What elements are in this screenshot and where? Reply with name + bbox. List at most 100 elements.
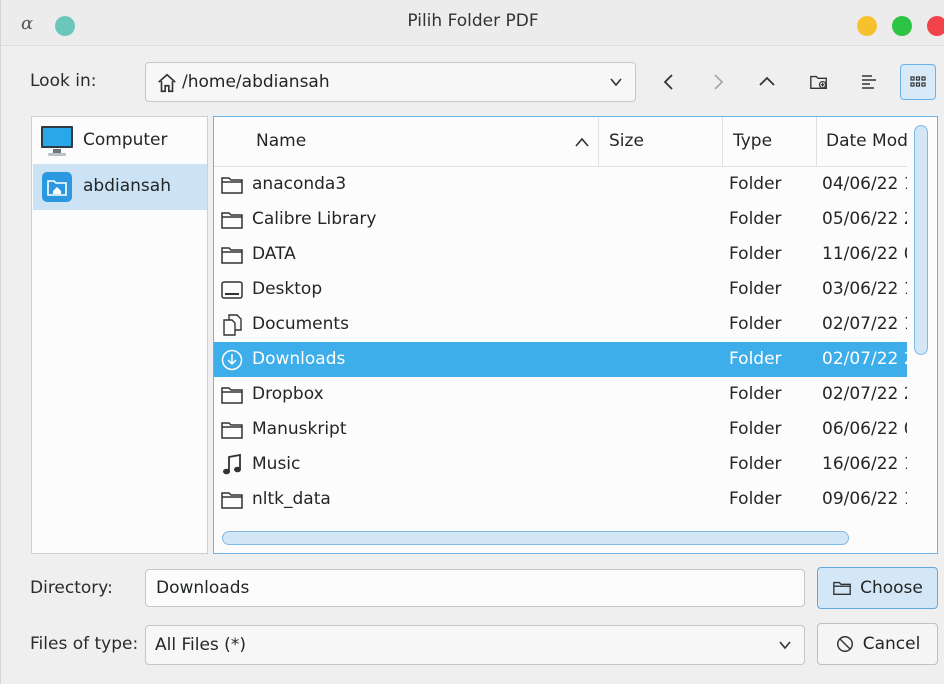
directory-value: Downloads xyxy=(156,578,250,598)
file-name: Music xyxy=(252,454,301,474)
file-type: Folder xyxy=(729,279,782,299)
chevron-up-icon xyxy=(759,76,775,86)
back-button[interactable] xyxy=(651,64,687,100)
column-header-label: Size xyxy=(609,131,644,151)
table-row[interactable]: Calibre Library Folder 05/06/22 2 xyxy=(214,202,907,237)
file-type: Folder xyxy=(729,419,782,439)
sidebar-item-computer[interactable]: Computer xyxy=(33,118,207,164)
table-row[interactable]: Desktop Folder 03/06/22 1 xyxy=(214,272,907,307)
table-header: Name Size Type Date Mod xyxy=(214,117,907,167)
vertical-scrollbar[interactable] xyxy=(914,123,928,519)
places-sidebar: Computer abdiansah xyxy=(31,116,208,554)
file-list-view[interactable]: Name Size Type Date Mod anaconda3 Folder… xyxy=(213,116,938,554)
cancel-icon xyxy=(836,636,853,652)
file-type: Folder xyxy=(729,244,782,264)
look-in-path: /home/abdiansah xyxy=(182,72,330,92)
detail-view-button[interactable] xyxy=(851,64,887,100)
file-type: Folder xyxy=(729,209,782,229)
file-name: nltk_data xyxy=(252,489,331,509)
file-name: Manuskript xyxy=(252,419,347,439)
folder-icon xyxy=(221,387,243,404)
list-detail-icon xyxy=(862,75,876,89)
cancel-button-label: Cancel xyxy=(862,634,921,654)
title-bar[interactable]: α Pilih Folder PDF xyxy=(1,0,944,46)
folder-icon xyxy=(221,177,243,194)
parent-folder-button[interactable] xyxy=(749,64,785,100)
look-in-label: Look in: xyxy=(30,71,97,91)
grid-view-icon xyxy=(910,76,926,87)
new-folder-button[interactable] xyxy=(801,64,837,100)
folder-icon xyxy=(221,422,243,439)
directory-label: Directory: xyxy=(30,578,113,598)
file-date: 03/06/22 1 xyxy=(822,279,907,299)
file-date: 06/06/22 0 xyxy=(822,419,907,439)
desktop-icon xyxy=(221,281,243,299)
sort-ascending-icon xyxy=(575,137,589,147)
folder-icon xyxy=(833,581,851,596)
column-header-name[interactable]: Name xyxy=(214,117,599,167)
file-name: Calibre Library xyxy=(252,209,377,229)
window-title: Pilih Folder PDF xyxy=(407,11,539,31)
file-date: 16/06/22 1 xyxy=(822,454,907,474)
file-name: DATA xyxy=(252,244,296,264)
table-row[interactable]: anaconda3 Folder 04/06/22 1 xyxy=(214,167,907,202)
file-type: Folder xyxy=(729,314,782,334)
look-in-combobox[interactable]: /home/abdiansah xyxy=(145,62,636,102)
chevron-down-icon xyxy=(779,641,791,650)
table-row[interactable]: Dropbox Folder 02/07/22 2 xyxy=(214,377,907,412)
file-type: Folder xyxy=(729,349,782,369)
file-name: Documents xyxy=(252,314,349,334)
folder-icon xyxy=(221,212,243,229)
file-date: 04/06/22 1 xyxy=(822,174,907,194)
new-folder-icon xyxy=(810,75,827,90)
table-row[interactable]: nltk_data Folder 09/06/22 1 xyxy=(214,482,907,517)
column-header-type[interactable]: Type xyxy=(723,117,817,167)
column-header-size[interactable]: Size xyxy=(599,117,723,167)
chevron-right-icon xyxy=(714,74,724,90)
file-date: 05/06/22 2 xyxy=(822,209,907,229)
icon-view-button[interactable] xyxy=(900,64,936,100)
forward-button[interactable] xyxy=(700,64,736,100)
horizontal-scrollbar-thumb[interactable] xyxy=(222,531,849,545)
table-row[interactable]: Documents Folder 02/07/22 1 xyxy=(214,307,907,342)
maximize-button[interactable] xyxy=(892,16,912,36)
table-row[interactable]: Downloads Folder 02/07/22 2 xyxy=(214,342,907,377)
minimize-button[interactable] xyxy=(857,16,877,36)
music-icon xyxy=(223,453,241,475)
table-row[interactable]: Manuskript Folder 06/06/22 0 xyxy=(214,412,907,447)
file-date: 09/06/22 1 xyxy=(822,489,907,509)
home-icon xyxy=(158,73,176,93)
file-name: anaconda3 xyxy=(252,174,347,194)
column-header-label: Type xyxy=(733,131,773,151)
close-button[interactable] xyxy=(927,16,944,36)
file-name: Dropbox xyxy=(252,384,324,404)
chevron-down-icon xyxy=(610,78,622,87)
sidebar-item-abdiansah[interactable]: abdiansah xyxy=(33,164,207,210)
sidebar-item-label: abdiansah xyxy=(83,176,171,196)
column-header-label: Date Mod xyxy=(826,131,907,151)
chevron-left-icon xyxy=(663,74,673,90)
choose-button-label: Choose xyxy=(860,578,923,598)
directory-input[interactable]: Downloads xyxy=(145,569,805,607)
column-header-date-modified[interactable]: Date Mod xyxy=(817,117,907,167)
file-date: 02/07/22 2 xyxy=(822,384,907,404)
computer-icon xyxy=(41,126,73,156)
vertical-scrollbar-thumb[interactable] xyxy=(914,125,928,355)
file-name: Desktop xyxy=(252,279,323,299)
file-type: Folder xyxy=(729,174,782,194)
table-row[interactable]: DATA Folder 11/06/22 0 xyxy=(214,237,907,272)
files-of-type-combobox[interactable]: All Files (*) xyxy=(145,625,805,665)
file-name: Downloads xyxy=(252,349,346,369)
file-date: 02/07/22 2 xyxy=(822,349,907,369)
file-type: Folder xyxy=(729,489,782,509)
column-header-label: Name xyxy=(256,131,307,151)
choose-button[interactable]: Choose xyxy=(817,567,938,609)
files-of-type-label: Files of type: xyxy=(30,634,139,654)
file-type: Folder xyxy=(729,384,782,404)
table-row[interactable]: Music Folder 16/06/22 1 xyxy=(214,447,907,482)
file-dialog-window: α Pilih Folder PDF Look in: /home/abdian… xyxy=(0,0,944,684)
download-icon xyxy=(221,349,243,371)
folder-icon xyxy=(221,247,243,264)
file-date: 11/06/22 0 xyxy=(822,244,907,264)
cancel-button[interactable]: Cancel xyxy=(817,623,938,665)
